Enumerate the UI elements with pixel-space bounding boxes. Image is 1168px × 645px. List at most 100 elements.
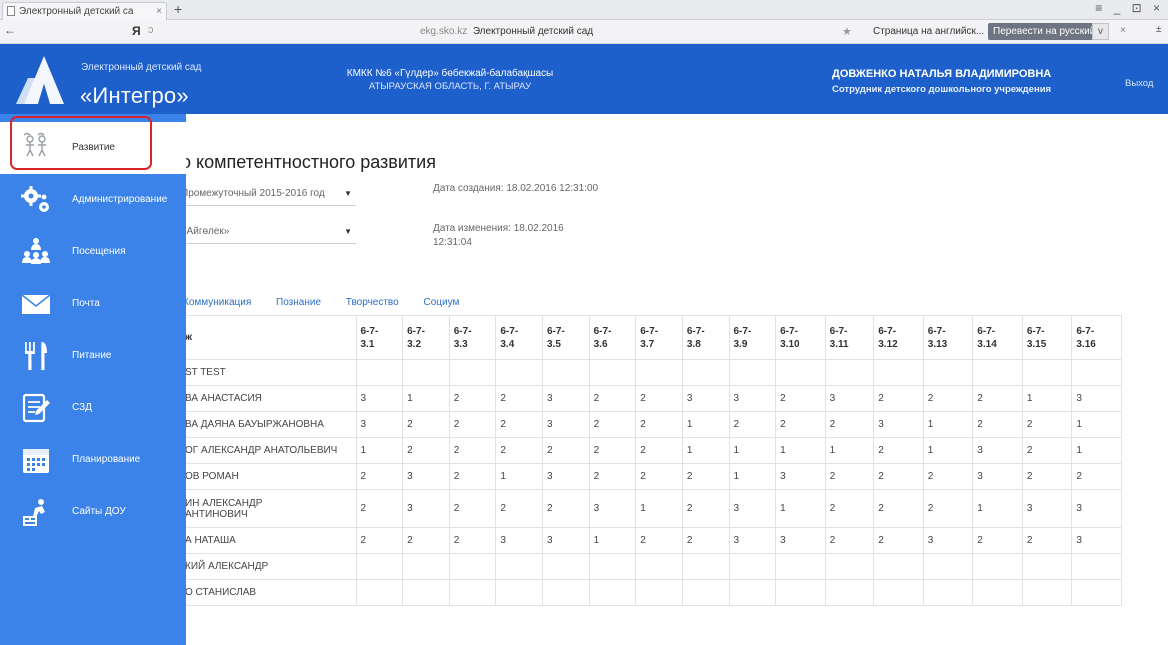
score-cell[interactable]: 2 [1021,463,1073,490]
tab-cognition[interactable]: Познание [276,297,321,308]
score-cell[interactable] [972,579,1023,606]
score-cell[interactable] [495,553,543,580]
score-cell[interactable] [728,359,777,386]
score-cell[interactable]: 3 [775,463,826,490]
score-cell[interactable]: 1 [824,437,875,464]
score-cell[interactable] [1071,359,1122,386]
score-cell[interactable] [824,553,875,580]
score-cell[interactable]: 3 [355,385,404,412]
score-cell[interactable] [355,359,404,386]
score-cell[interactable]: 3 [824,385,875,412]
score-cell[interactable]: 2 [448,463,497,490]
score-cell[interactable]: 2 [588,463,637,490]
bookmark-star-icon[interactable]: ★ [842,25,852,38]
yandex-icon[interactable]: Я [132,24,141,38]
score-cell[interactable]: 2 [448,527,497,554]
score-cell[interactable]: 3 [681,385,730,412]
group-select[interactable]: «Айгөлек» ▼ [181,220,356,244]
score-cell[interactable]: 3 [728,489,777,528]
score-cell[interactable]: 2 [542,489,590,528]
score-cell[interactable]: 1 [355,437,404,464]
logout-link[interactable]: Выход [1125,78,1153,89]
score-cell[interactable] [635,553,683,580]
score-cell[interactable]: 2 [1021,527,1073,554]
score-cell[interactable]: 3 [1071,489,1122,528]
score-cell[interactable]: 3 [728,527,777,554]
score-cell[interactable] [873,553,924,580]
score-cell[interactable] [972,553,1023,580]
score-cell[interactable] [775,579,826,606]
score-cell[interactable]: 2 [873,489,924,528]
score-cell[interactable] [448,553,497,580]
score-cell[interactable]: 2 [635,385,683,412]
window-controls[interactable]: ≡ _ ⊡ × [1095,1,1164,15]
score-cell[interactable] [588,553,637,580]
score-cell[interactable] [824,579,875,606]
tab-creativity[interactable]: Творчество [346,297,399,308]
user-name[interactable]: ДОВЖЕНКО НАТАЛЬЯ ВЛАДИМИРОВНА [832,68,1051,80]
score-cell[interactable] [775,553,826,580]
new-tab-button[interactable]: + [174,1,182,17]
score-cell[interactable]: 2 [922,489,974,528]
score-cell[interactable] [542,359,590,386]
score-cell[interactable]: 2 [1021,411,1073,438]
score-cell[interactable]: 2 [681,463,730,490]
sidebar-item-administration[interactable]: Администрирование [0,174,186,226]
score-cell[interactable]: 3 [972,437,1023,464]
score-cell[interactable] [922,553,974,580]
score-cell[interactable] [542,553,590,580]
score-cell[interactable]: 1 [681,411,730,438]
score-cell[interactable] [922,359,974,386]
score-cell[interactable] [728,579,777,606]
download-icon[interactable]: ± [1156,24,1162,35]
score-cell[interactable]: 2 [588,385,637,412]
browser-tab[interactable]: Электронный детский са × [2,2,167,20]
score-cell[interactable]: 2 [922,463,974,490]
score-cell[interactable]: 2 [824,489,875,528]
score-cell[interactable] [355,553,404,580]
score-cell[interactable]: 2 [495,489,543,528]
score-cell[interactable]: 2 [448,489,497,528]
score-cell[interactable] [1021,359,1073,386]
score-cell[interactable]: 1 [775,489,826,528]
score-cell[interactable]: 1 [588,527,637,554]
score-cell[interactable]: 3 [1071,527,1122,554]
score-cell[interactable]: 2 [873,385,924,412]
score-cell[interactable]: 2 [355,463,404,490]
score-cell[interactable] [542,579,590,606]
score-cell[interactable] [635,579,683,606]
score-cell[interactable]: 2 [681,489,730,528]
score-cell[interactable]: 3 [1021,489,1073,528]
score-cell[interactable] [588,579,637,606]
score-cell[interactable]: 3 [355,411,404,438]
score-cell[interactable] [681,359,730,386]
score-cell[interactable]: 2 [824,463,875,490]
score-cell[interactable]: 2 [402,527,450,554]
score-cell[interactable] [402,579,450,606]
translate-close-icon[interactable]: × [1120,25,1126,36]
score-cell[interactable] [824,359,875,386]
score-cell[interactable]: 3 [542,385,590,412]
url-field[interactable]: ekg.sko.kz Электронный детский сад [420,26,593,37]
score-cell[interactable]: 2 [1071,463,1122,490]
score-cell[interactable]: 2 [495,385,543,412]
score-cell[interactable]: 3 [542,411,590,438]
score-cell[interactable]: 2 [922,385,974,412]
translate-button[interactable]: Перевести на русский [988,23,1101,40]
score-cell[interactable]: 2 [355,527,404,554]
score-cell[interactable] [1071,579,1122,606]
score-cell[interactable]: 1 [728,463,777,490]
score-cell[interactable] [972,359,1023,386]
score-cell[interactable] [681,579,730,606]
score-cell[interactable]: 1 [922,437,974,464]
score-cell[interactable]: 3 [873,411,924,438]
score-cell[interactable]: 2 [873,463,924,490]
tab-communication[interactable]: Коммуникация [183,297,251,308]
score-cell[interactable]: 2 [775,385,826,412]
tab-society[interactable]: Социум [423,297,459,308]
score-cell[interactable]: 2 [972,411,1023,438]
period-select[interactable]: Промежуточный 2015-2016 год ▼ [181,182,356,206]
score-cell[interactable] [635,359,683,386]
score-cell[interactable]: 2 [635,527,683,554]
score-cell[interactable] [681,553,730,580]
